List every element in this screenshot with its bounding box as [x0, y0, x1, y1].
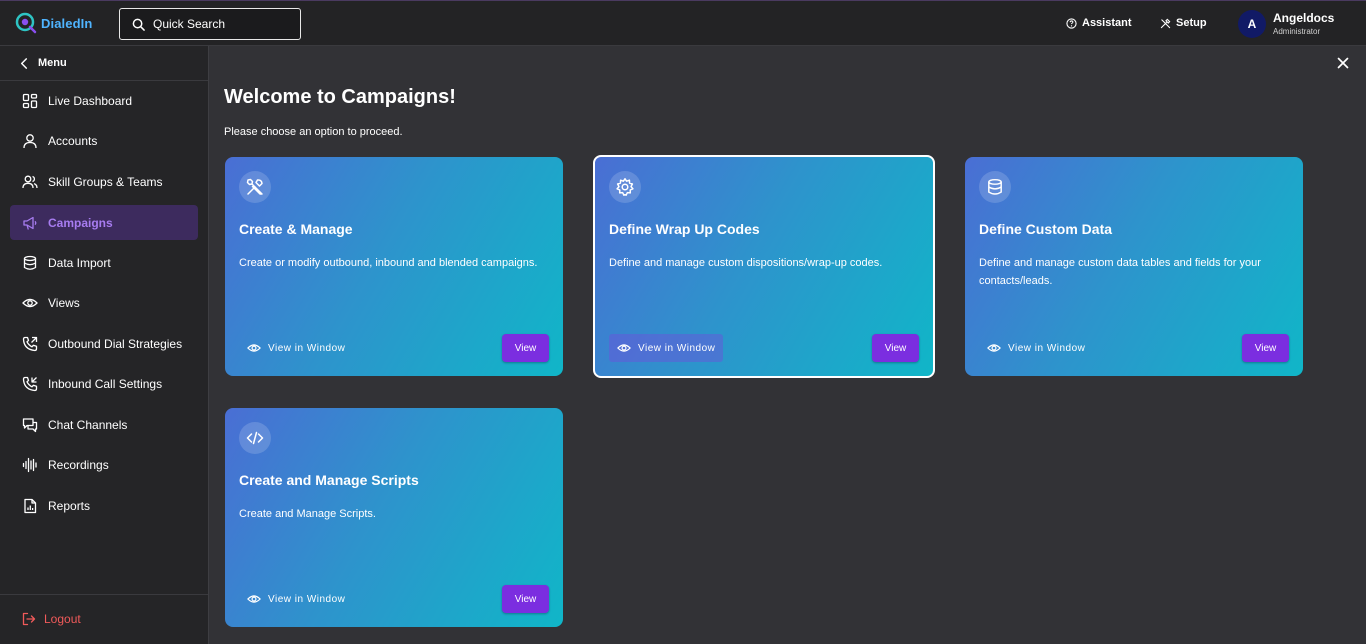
sidebar-item-outbound-dial-strategies[interactable]: Outbound Dial Strategies [10, 326, 198, 361]
sidebar-item-campaigns[interactable]: Campaigns [10, 205, 198, 240]
database-icon [988, 178, 1002, 195]
setup-label: Setup [1176, 17, 1207, 29]
chevron-left-icon [20, 57, 28, 69]
report-icon [24, 498, 37, 513]
chat-icon [22, 417, 38, 432]
card-create-manage-scripts[interactable]: Create and Manage Scripts Create and Man… [225, 408, 563, 627]
card-description: Create or modify outbound, inbound and b… [239, 257, 538, 269]
sidebar-item-skill-groups[interactable]: Skill Groups & Teams [10, 164, 198, 199]
quick-search[interactable]: Quick Search [119, 8, 301, 40]
sidebar-item-label: Views [48, 295, 80, 310]
user-role: Administrator [1273, 27, 1321, 36]
eye-icon [247, 344, 261, 352]
view-in-window-button[interactable]: View in Window [609, 334, 724, 362]
sidebar-item-chat-channels[interactable]: Chat Channels [10, 407, 198, 442]
assistant-button[interactable]: Assistant [1066, 17, 1132, 29]
sidebar-item-label: Outbound Dial Strategies [48, 336, 183, 351]
top-bar: DialedIn Quick Search Assistant Setup A … [0, 0, 1366, 46]
logout-label: Logout [44, 612, 81, 626]
card-create-manage[interactable]: Create & Manage Create or modify outboun… [225, 157, 563, 376]
sidebar-item-data-import[interactable]: Data Import [10, 245, 198, 280]
phone-incoming-icon [22, 376, 38, 391]
sidebar-item-label: Chat Channels [48, 417, 128, 432]
user-icon [23, 133, 37, 148]
page-title: Welcome to Campaigns! [224, 86, 456, 108]
card-define-wrap-up-codes[interactable]: Define Wrap Up Codes Define and manage c… [593, 155, 935, 378]
card-icon-wrap [239, 171, 271, 203]
sidebar-item-label: Live Dashboard [48, 93, 133, 108]
eye-icon [987, 344, 1001, 352]
card-icon-wrap [239, 422, 271, 454]
view-in-window-button[interactable]: View in Window [239, 334, 353, 362]
eye-icon [22, 298, 38, 307]
view-in-window-button[interactable]: View in Window [239, 585, 353, 613]
view-in-window-label: View in Window [268, 342, 346, 354]
sidebar-item-label: Recordings [48, 457, 109, 472]
view-in-window-label: View in Window [1008, 342, 1086, 354]
eye-icon [617, 344, 631, 352]
logo-icon [15, 12, 37, 34]
audio-wave-icon [22, 457, 37, 472]
card-define-custom-data[interactable]: Define Custom Data Define and manage cus… [965, 157, 1303, 376]
view-in-window-label: View in Window [638, 342, 716, 354]
sidebar-item-live-dashboard[interactable]: Live Dashboard [10, 83, 198, 118]
logo-text: DialedIn [41, 15, 93, 31]
dashboard-icon [22, 93, 38, 108]
help-circle-icon [1066, 17, 1077, 29]
tools-icon [1160, 18, 1171, 28]
logout-button[interactable]: Logout [22, 612, 81, 626]
users-icon [22, 175, 38, 188]
sidebar-item-label: Data Import [48, 255, 111, 270]
card-title: Define Custom Data [979, 221, 1113, 237]
sidebar-item-views[interactable]: Views [10, 285, 198, 320]
sidebar-item-label: Inbound Call Settings [48, 376, 163, 391]
sidebar: Menu Live Dashboard Accounts Skill Group… [0, 46, 209, 644]
card-title: Define Wrap Up Codes [609, 221, 760, 237]
sidebar-item-label: Accounts [48, 133, 98, 148]
view-button[interactable]: View [502, 585, 549, 613]
avatar[interactable]: A [1238, 10, 1266, 38]
close-icon[interactable] [1336, 56, 1350, 70]
quick-search-label: Quick Search [153, 17, 226, 31]
megaphone-icon [23, 216, 37, 230]
view-in-window-label: View in Window [268, 593, 346, 605]
view-in-window-button[interactable]: View in Window [979, 334, 1093, 362]
card-description: Define and manage custom data tables and… [979, 257, 1261, 287]
sidebar-item-label: Skill Groups & Teams [48, 174, 163, 189]
search-icon [132, 18, 145, 31]
assistant-label: Assistant [1082, 17, 1132, 29]
logout-icon [22, 612, 36, 626]
card-icon-wrap [979, 171, 1011, 203]
database-icon [23, 255, 37, 270]
view-button[interactable]: View [1242, 334, 1289, 362]
gear-icon [616, 178, 634, 196]
card-title: Create & Manage [239, 221, 353, 237]
logout-section: Logout [0, 594, 208, 644]
menu-label: Menu [38, 57, 67, 69]
eye-icon [247, 595, 261, 603]
user-name[interactable]: Angeldocs [1273, 11, 1334, 25]
view-button[interactable]: View [502, 334, 549, 362]
sidebar-item-recordings[interactable]: Recordings [10, 447, 198, 482]
sidebar-item-label: Reports [48, 498, 91, 513]
logo[interactable]: DialedIn [14, 11, 92, 35]
code-icon [246, 431, 264, 445]
sidebar-item-accounts[interactable]: Accounts [10, 123, 198, 158]
tools-icon [246, 178, 263, 195]
sidebar-item-inbound-call-settings[interactable]: Inbound Call Settings [10, 366, 198, 401]
menu-toggle[interactable]: Menu [0, 46, 208, 81]
view-button[interactable]: View [872, 334, 919, 362]
card-description: Define and manage custom dispositions/wr… [609, 257, 883, 269]
card-icon-wrap [609, 171, 641, 203]
page-subtitle: Please choose an option to proceed. [224, 126, 403, 138]
sidebar-item-reports[interactable]: Reports [10, 488, 198, 523]
setup-button[interactable]: Setup [1160, 17, 1207, 29]
card-title: Create and Manage Scripts [239, 472, 419, 488]
sidebar-item-label: Campaigns [48, 215, 113, 230]
phone-outgoing-icon [22, 336, 38, 351]
card-description: Create and Manage Scripts. [239, 508, 376, 520]
